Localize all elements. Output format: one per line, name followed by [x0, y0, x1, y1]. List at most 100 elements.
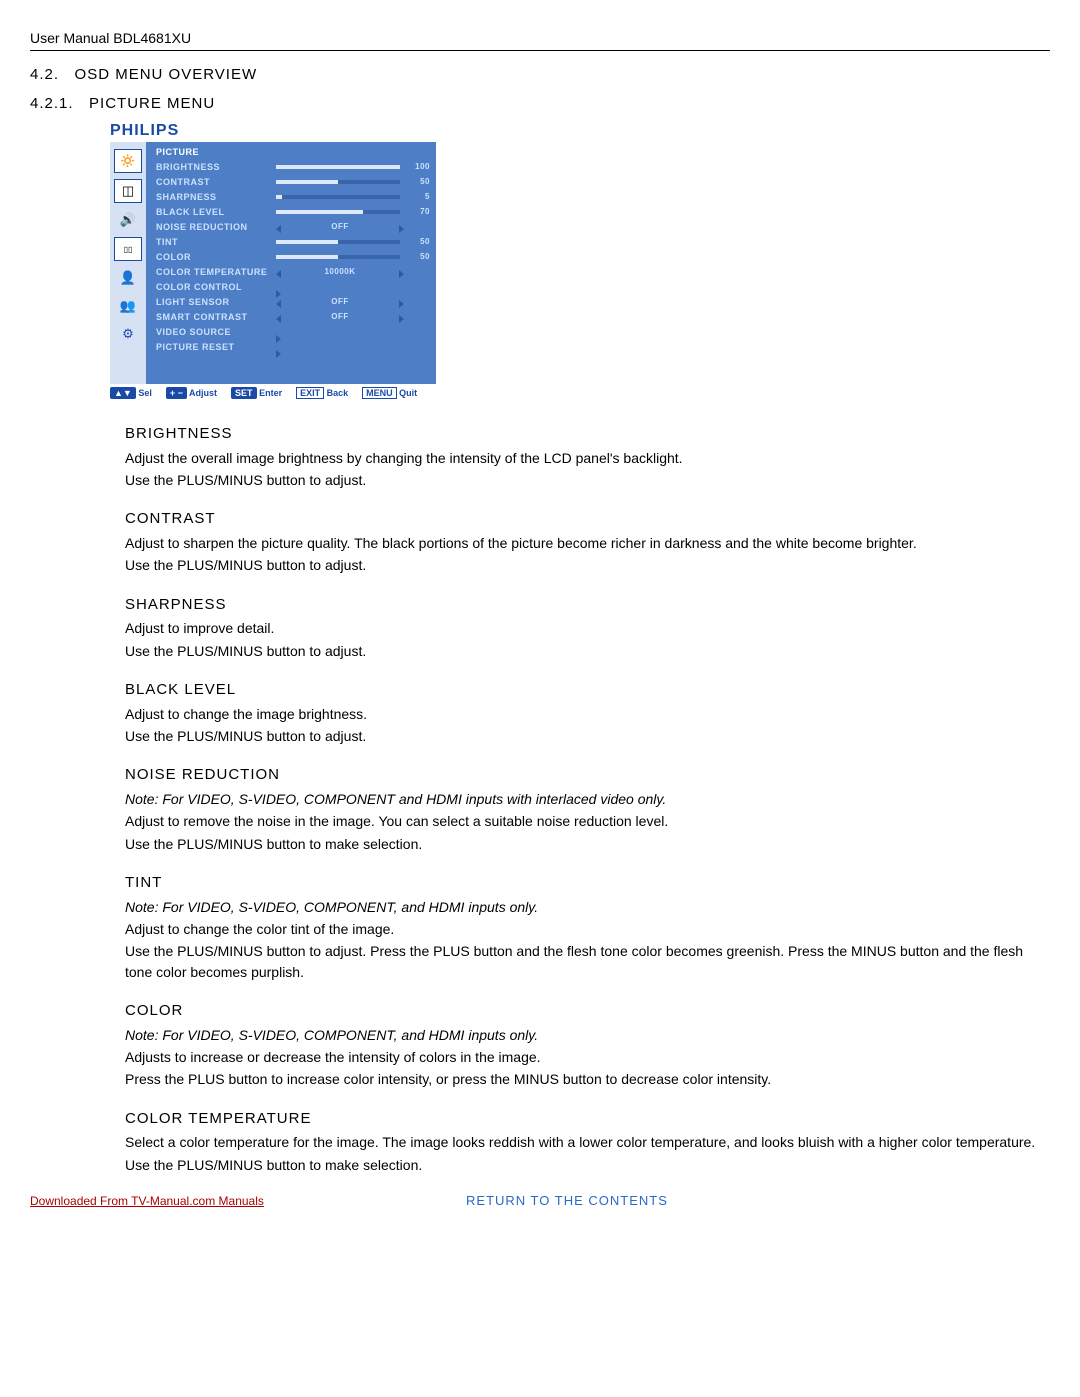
- menu-label: BLACK LEVEL: [156, 207, 276, 217]
- entry-line: Adjust to change the color tint of the i…: [125, 919, 1050, 939]
- arrow-right-icon: [399, 315, 404, 323]
- osd-panel: PICTURE BRIGHTNESS 100 CONTRAST50 SHARPNESS 5…: [146, 142, 436, 384]
- entry-title: SHARPNESS: [125, 594, 1050, 616]
- page-footer: Downloaded From TV-Manual.com Manuals RE…: [30, 1193, 1050, 1208]
- exit-button-icon: EXIT: [296, 387, 324, 399]
- header-title: User Manual BDL4681XU: [30, 30, 191, 46]
- slider-bar: [276, 165, 400, 169]
- section-heading: 4.2. OSD MENU OVERVIEW: [30, 66, 1050, 83]
- entry-line: Use the PLUS/MINUS button to adjust.: [125, 726, 1050, 746]
- osd-sidebar: 🔅 ◫ 🔊 ▯▯ 👤 👥 ⚙: [110, 142, 146, 384]
- slider-bar: [276, 180, 400, 184]
- select-value: 10000K: [276, 267, 404, 276]
- config2-tab-icon: 👥: [115, 295, 141, 317]
- entry-line: Adjust to change the image brightness.: [125, 704, 1050, 724]
- set-button-icon: SET: [231, 387, 257, 399]
- section-number: 4.2.: [30, 66, 59, 83]
- arrow-left-icon: [276, 315, 281, 323]
- description-entry: BRIGHTNESSAdjust the overall image brigh…: [125, 423, 1050, 490]
- entry-title: BRIGHTNESS: [125, 423, 1050, 445]
- audio-tab-icon: 🔊: [115, 209, 141, 231]
- return-link[interactable]: RETURN TO THE CONTENTS: [466, 1193, 668, 1208]
- menu-row: COLOR TEMPERATURE10000K: [146, 264, 436, 279]
- entry-note: Note: For VIDEO, S-VIDEO, COMPONENT, and…: [125, 1025, 1050, 1045]
- description-entry: NOISE REDUCTION Note: For VIDEO, S-VIDEO,…: [125, 764, 1050, 854]
- menu-button-icon: MENU: [362, 387, 397, 399]
- description-entry: COLOR Note: For VIDEO, S-VIDEO, COMPONENT…: [125, 1000, 1050, 1090]
- menu-label: SHARPNESS: [156, 192, 276, 202]
- slider-value: 5: [404, 192, 430, 201]
- menu-row: CONTRAST50: [146, 174, 436, 189]
- entry-line: Use the PLUS/MINUS button to adjust.: [125, 555, 1050, 575]
- menu-label: PICTURE RESET: [156, 342, 276, 352]
- menu-row: LIGHT SENSOROFF: [146, 294, 436, 309]
- select-value: OFF: [276, 222, 404, 231]
- download-link[interactable]: Downloaded From TV-Manual.com Manuals: [30, 1194, 264, 1208]
- section-title: OSD MENU OVERVIEW: [75, 66, 258, 83]
- slider-value: 70: [404, 207, 430, 216]
- description-entry: BLACK LEVEL Adjust to change the image br…: [125, 679, 1050, 746]
- slider-value: 50: [404, 237, 430, 246]
- entry-title: TINT: [125, 872, 1050, 894]
- arrow-right-icon: [399, 270, 404, 278]
- menu-row: COLOR CONTROL: [146, 279, 436, 294]
- entry-line: Adjust to improve detail.: [125, 618, 1050, 638]
- menu-heading: PICTURE: [146, 144, 436, 159]
- entry-line: Use the PLUS/MINUS button to make select…: [125, 834, 1050, 854]
- entry-line: Adjust to remove the noise in the image.…: [125, 811, 1050, 831]
- menu-label: BRIGHTNESS: [156, 162, 276, 172]
- entry-title: CONTRAST: [125, 508, 1050, 530]
- slider-value: 50: [404, 252, 430, 261]
- entry-title: COLOR TEMPERATURE: [125, 1108, 1050, 1130]
- description-list: BRIGHTNESSAdjust the overall image brigh…: [125, 423, 1050, 1175]
- menu-row: VIDEO SOURCE: [146, 324, 436, 339]
- menu-row: COLOR 50: [146, 249, 436, 264]
- entry-title: COLOR: [125, 1000, 1050, 1022]
- select-value: OFF: [276, 297, 404, 306]
- entry-line: Adjust to sharpen the picture quality. T…: [125, 533, 1050, 553]
- slider-bar: [276, 255, 400, 259]
- menu-row: SHARPNESS 5: [146, 189, 436, 204]
- entry-title: BLACK LEVEL: [125, 679, 1050, 701]
- description-entry: TINT Note: For VIDEO, S-VIDEO, COMPONENT,…: [125, 872, 1050, 982]
- menu-label: NOISE REDUCTION: [156, 222, 276, 232]
- config1-tab-icon: 👤: [115, 267, 141, 289]
- select-value: OFF: [276, 312, 404, 321]
- entry-line: Select a color temperature for the image…: [125, 1132, 1050, 1152]
- osd-figure: PHILIPS 🔅 ◫ 🔊 ▯▯ 👤 👥 ⚙ PICTUREBRIGHTNESS…: [110, 122, 1050, 398]
- slider-bar: [276, 195, 400, 199]
- arrow-right-icon: [399, 225, 404, 233]
- brand-logo: PHILIPS: [110, 122, 1050, 140]
- description-entry: COLOR TEMPERATURESelect a color temperat…: [125, 1108, 1050, 1175]
- screen-tab-icon: ◫: [114, 179, 142, 203]
- hint-quit: Quit: [399, 388, 417, 398]
- entry-line: Press the PLUS button to increase color …: [125, 1069, 1050, 1089]
- plusminus-icon: + −: [166, 387, 187, 399]
- entry-line: Use the PLUS/MINUS button to make select…: [125, 1155, 1050, 1175]
- menu-row: BRIGHTNESS 100: [146, 159, 436, 174]
- entry-line: Use the PLUS/MINUS button to adjust. Pre…: [125, 941, 1050, 982]
- arrow-left-icon: [276, 225, 281, 233]
- slider-bar: [276, 210, 400, 214]
- description-entry: SHARPNESSAdjust to improve detail.Use th…: [125, 594, 1050, 661]
- arrow-left-icon: [276, 270, 281, 278]
- menu-label: COLOR: [156, 252, 276, 262]
- menu-row: TINT50: [146, 234, 436, 249]
- entry-line: Adjusts to increase or decrease the inte…: [125, 1047, 1050, 1067]
- menu-label: COLOR TEMPERATURE: [156, 267, 276, 277]
- arrow-right-icon: [399, 300, 404, 308]
- slider-value: 50: [404, 177, 430, 186]
- hint-sel: Sel: [138, 388, 152, 398]
- subsection-heading: 4.2.1. PICTURE MENU: [30, 95, 1050, 112]
- hint-enter: Enter: [259, 388, 282, 398]
- entry-note: Note: For VIDEO, S-VIDEO, COMPONENT and …: [125, 789, 1050, 809]
- description-entry: CONTRAST Adjust to sharpen the picture qu…: [125, 508, 1050, 575]
- entry-note: Note: For VIDEO, S-VIDEO, COMPONENT, and…: [125, 897, 1050, 917]
- slider-value: 100: [404, 162, 430, 171]
- entry-title: NOISE REDUCTION: [125, 764, 1050, 786]
- arrow-left-icon: [276, 300, 281, 308]
- subsection-title: PICTURE MENU: [89, 95, 215, 112]
- slider-bar: [276, 240, 400, 244]
- menu-row: SMART CONTRASTOFF: [146, 309, 436, 324]
- menu-row: BLACK LEVEL 70: [146, 204, 436, 219]
